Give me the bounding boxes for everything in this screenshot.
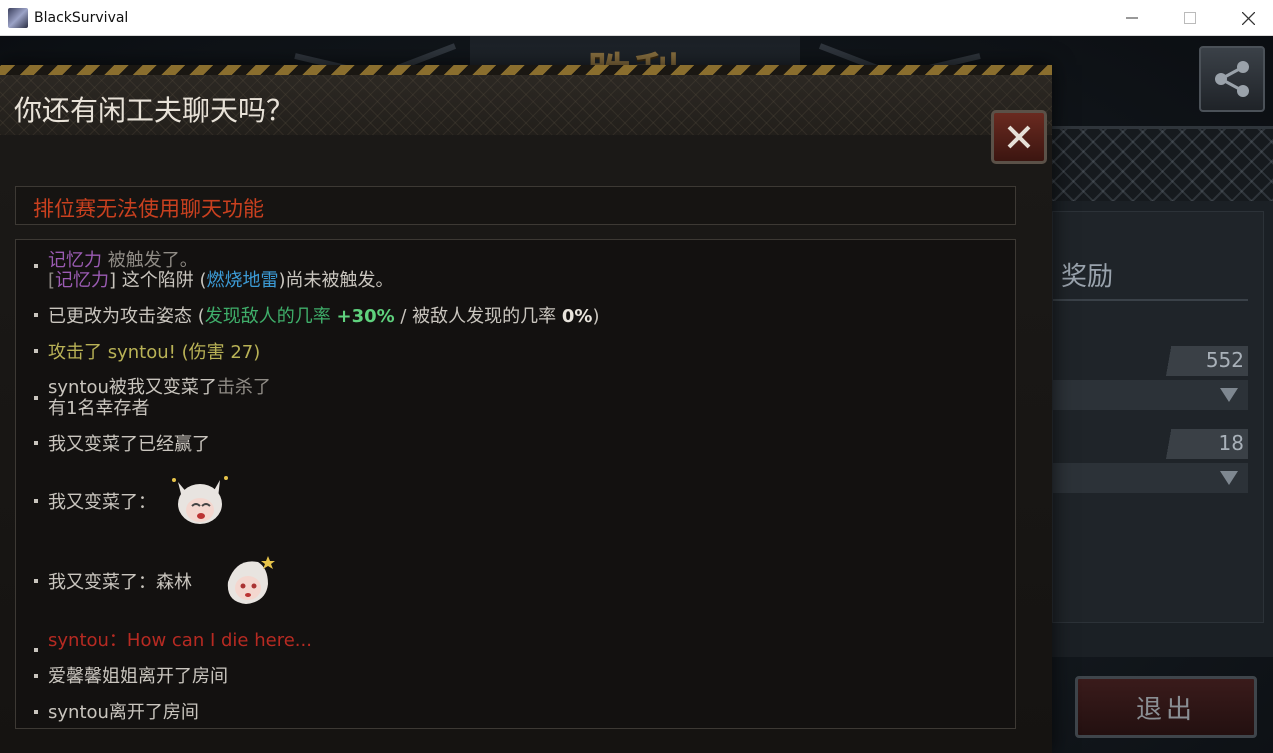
log-line: 我又变菜了已经赢了 [48,434,210,455]
close-icon[interactable] [1219,0,1273,36]
log-text: ) [592,306,600,327]
dialog-close-button[interactable] [991,110,1047,164]
log-line: 有1名幸存者 [48,398,150,419]
log-line: 我又变菜了： [48,492,156,513]
dropdown-arrow-icon [1220,471,1238,485]
log-value: 0% [561,306,593,327]
reward-dropdown[interactable] [1053,463,1248,493]
bullet [34,674,38,678]
reward-row: 552 [1053,346,1248,376]
bullet [34,396,38,400]
reward-divider [1053,299,1248,301]
exit-button[interactable]: 退出 [1075,676,1257,738]
log-text: 发现敌人的几率 [204,306,337,327]
log-line: [记忆力] 这个陷阱 (燃烧地雷)尚未被触发。 [48,266,394,292]
chibi-character-emote-icon [227,556,275,604]
result-panel: 奖励 552 18 [1052,126,1273,657]
bullet [34,499,38,503]
trap-name: 燃烧地雷 [206,270,279,291]
log-value: +30% [336,306,395,327]
share-button[interactable] [1199,46,1265,112]
bullet [34,441,38,445]
reward-title: 奖励 [1061,262,1114,292]
reward-value: 18 [1218,431,1244,455]
log-line: 已更改为攻击姿态 (发现敌人的几率 +30% / 被敌人发现的几率 0%) [48,302,599,328]
log-text: / 被敌人发现的几率 [394,306,562,327]
hazard-stripe [0,65,1052,75]
dialog-header: 你还有闲工夫聊天吗？ [0,75,1052,135]
log-text: [ [48,270,56,291]
bullet [34,710,38,714]
reward-value: 552 [1205,348,1244,372]
bullet [34,313,38,317]
log-text: )尚未被触发。 [278,270,394,291]
log-line: 我又变菜了：森林 [48,572,192,593]
reward-row: 18 [1053,429,1248,459]
log-text: 击杀了 [216,377,271,398]
notice-text: 排位赛无法使用聊天功能 [33,197,264,221]
reward-value-bg: 552 [1153,346,1248,376]
log-text: ] 这个陷阱 ( [109,270,207,291]
window-titlebar: BlackSurvival [0,0,1273,36]
chat-dialog: 你还有闲工夫聊天吗？ 排位赛无法使用聊天功能 记忆力 被触发了。 [记忆力] 这… [0,65,1052,753]
share-icon [1215,61,1249,97]
log-line: syntou离开了房间 [48,702,199,723]
minimize-icon[interactable] [1103,0,1161,36]
skill-name: 记忆力 [55,270,110,291]
chibi-cat-emote-icon [172,476,228,524]
bullet [34,579,38,583]
reward-box: 奖励 552 18 [1052,211,1264,623]
dropdown-arrow-icon [1220,388,1238,402]
bullet [34,264,38,268]
log-line: 爱馨馨姐姐离开了房间 [48,666,228,687]
log-text: 已更改为攻击姿态 ( [48,306,205,327]
maximize-icon[interactable] [1161,0,1219,36]
reward-value-bg: 18 [1153,429,1248,459]
app-icon [8,7,28,28]
log-line: 攻击了 syntou! (伤害 27) [48,342,261,363]
fence-decoration [1052,129,1273,201]
close-x-icon [1007,125,1031,149]
bullet [34,349,38,353]
chat-message: syntou：How can I die here... [48,630,312,651]
bullet [34,648,38,652]
window-title: BlackSurvival [34,9,129,26]
reward-dropdown[interactable] [1053,380,1248,410]
exit-label: 退出 [1135,694,1196,725]
chat-log[interactable]: 记忆力 被触发了。 [记忆力] 这个陷阱 (燃烧地雷)尚未被触发。 已更改为攻击… [15,239,1016,729]
notice-box: 排位赛无法使用聊天功能 [15,186,1016,225]
dialog-title: 你还有闲工夫聊天吗？ [14,94,295,127]
